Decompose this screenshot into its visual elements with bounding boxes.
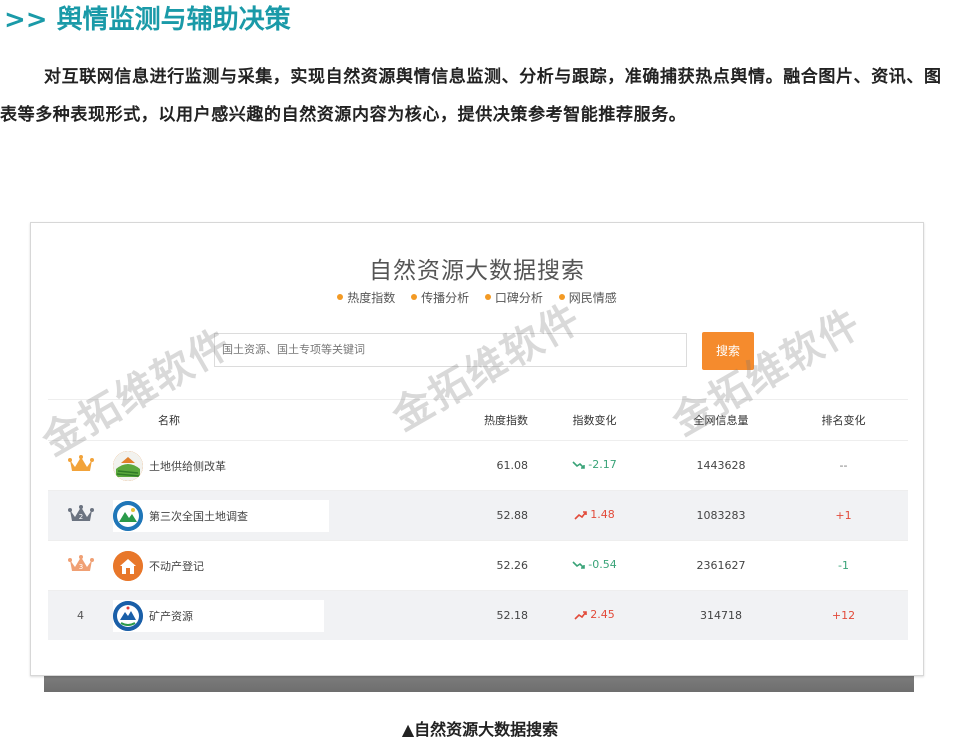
search-button[interactable]: 搜索 <box>702 332 754 370</box>
svg-text:3: 3 <box>78 563 82 571</box>
house-icon <box>113 550 143 581</box>
total-value: 1443628 <box>696 459 746 472</box>
index-change: 1.48 <box>528 508 661 523</box>
table-header: 名称 热度指数 指数变化 全网信息量 排名变化 <box>48 400 908 440</box>
rank-change: -- <box>839 459 848 472</box>
rank-number: 4 <box>77 609 84 622</box>
header-name: 名称 <box>158 414 180 427</box>
ranking-table: 名称 热度指数 指数变化 全网信息量 排名变化 土地供给侧改革 61.08 -2… <box>48 399 908 640</box>
farmland-icon <box>113 450 143 481</box>
dot-icon <box>558 294 565 300</box>
trend-up-icon <box>574 510 588 523</box>
tag-netizen-sentiment[interactable]: 网民情感 <box>558 289 617 306</box>
item-name[interactable]: 不动产登记 <box>149 558 204 574</box>
index-change: -0.54 <box>528 558 661 573</box>
crown-bronze-icon: 3 <box>48 554 113 577</box>
svg-text:2: 2 <box>78 513 82 521</box>
mineral-emblem-icon <box>113 600 143 631</box>
rank-change: -1 <box>838 559 849 572</box>
trend-up-icon <box>574 610 588 623</box>
dot-icon <box>411 294 418 300</box>
header-heat: 热度指数 <box>484 414 528 427</box>
item-name[interactable]: 土地供给侧改革 <box>149 458 226 474</box>
header-total: 全网信息量 <box>693 414 749 427</box>
table-row[interactable]: 4 矿产资源 52.18 2.45 314718 +12 <box>48 590 908 640</box>
index-change: 2.45 <box>528 608 661 623</box>
survey-globe-icon <box>113 500 143 531</box>
heat-value: 52.88 <box>496 509 529 522</box>
crown-silver-icon: 2 <box>48 504 113 527</box>
rank-change: +12 <box>831 609 856 622</box>
tag-list: 热度指数 传播分析 口碑分析 网民情感 <box>31 289 923 306</box>
item-name[interactable]: 第三次全国土地调查 <box>149 508 248 524</box>
header-rank-change: 排名变化 <box>821 414 866 427</box>
tag-heat-index[interactable]: 热度指数 <box>337 289 395 306</box>
search-panel: 自然资源大数据搜索 热度指数 传播分析 口碑分析 网民情感 国土资源、国土专项等… <box>30 222 924 676</box>
intro-paragraph: 对互联网信息进行监测与采集，实现自然资源舆情信息监测、分析与跟踪，准确捕获热点舆… <box>0 67 942 125</box>
trend-down-icon <box>572 560 586 573</box>
figure-caption: ▲自然资源大数据搜索 <box>401 720 559 739</box>
table-row[interactable]: 土地供给侧改革 61.08 -2.17 1443628 -- <box>48 440 908 490</box>
heat-value: 61.08 <box>496 459 529 472</box>
panel-title: 自然资源大数据搜索 <box>369 258 585 284</box>
tag-reputation-analysis[interactable]: 口碑分析 <box>484 289 543 306</box>
dot-icon <box>337 294 344 300</box>
tag-spread-analysis[interactable]: 传播分析 <box>411 289 469 306</box>
table-row[interactable]: 2 第三次全国土地调查 52.88 1.48 1083283 +1 <box>48 490 908 540</box>
rank-change: +1 <box>835 509 852 522</box>
total-value: 1083283 <box>696 509 746 522</box>
heat-value: 52.18 <box>496 609 529 622</box>
index-change: -2.17 <box>528 458 661 473</box>
search-input[interactable]: 国土资源、国土专项等关键词 <box>214 333 687 367</box>
heat-value: 52.26 <box>496 559 529 572</box>
total-value: 2361627 <box>696 559 746 572</box>
dot-icon <box>484 294 491 300</box>
item-name[interactable]: 矿产资源 <box>149 608 193 624</box>
crown-gold-icon <box>48 454 113 477</box>
trend-down-icon <box>572 460 586 473</box>
total-value: 314718 <box>700 609 742 622</box>
table-row[interactable]: 3 不动产登记 52.26 -0.54 2361627 -1 <box>48 540 908 590</box>
section-heading: >> 舆情监测与辅助决策 <box>4 5 291 35</box>
header-index-change: 指数变化 <box>572 414 617 427</box>
